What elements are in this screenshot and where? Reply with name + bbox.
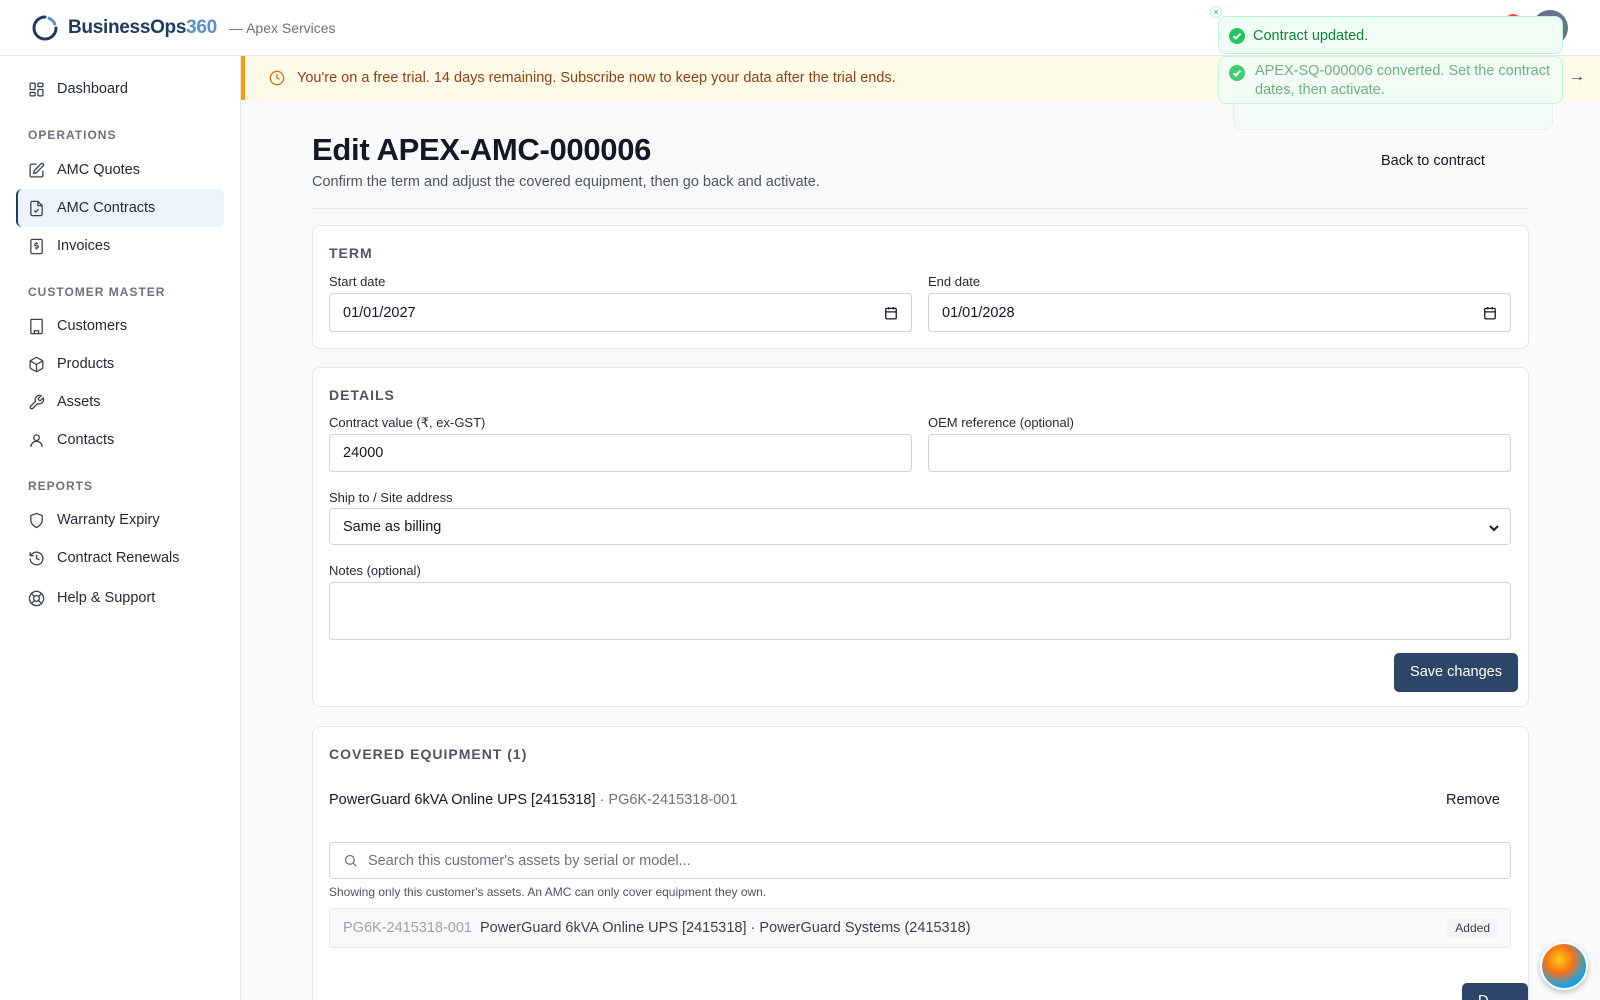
asset-search-helper: Showing only this customer's assets. An … (329, 885, 767, 899)
trial-banner-text: You're on a free trial. 14 days remainin… (297, 70, 896, 86)
end-date-value: 01/01/2028 (942, 304, 1015, 321)
asset-result-serial: PG6K-2415318-001 (343, 920, 472, 936)
building-icon (30, 318, 43, 334)
details-title: DETAILS (329, 387, 395, 403)
sidebar-item-label: AMC Contracts (57, 200, 156, 216)
dashboard-icon (29, 81, 44, 97)
term-card: TERM Start date 01/01/2027 End date 01/0… (312, 225, 1529, 349)
sidebar-item-invoices[interactable]: Invoices (16, 227, 224, 265)
wrench-icon (29, 394, 45, 409)
sidebar-item-dashboard[interactable]: Dashboard (16, 70, 224, 108)
start-date-field[interactable]: 01/01/2027 (329, 293, 912, 332)
asset-search[interactable] (329, 842, 1511, 879)
arrow-right-icon[interactable]: → (1569, 68, 1585, 86)
sidebar-item-warranty-expiry[interactable]: Warranty Expiry (16, 501, 224, 539)
notes-label: Notes (optional) (329, 563, 421, 578)
sidebar-item-label: Contacts (57, 432, 115, 448)
search-icon (344, 854, 357, 867)
back-to-contract-link[interactable]: Back to contract (1381, 153, 1485, 169)
help-chat-launcher[interactable] (1540, 942, 1588, 990)
sidebar-item-label: Assets (57, 394, 101, 410)
user-icon (30, 433, 43, 447)
asset-result-row[interactable]: PG6K-2415318-001 PowerGuard 6kVA Online … (329, 908, 1511, 948)
sidebar-item-customers[interactable]: Customers (16, 307, 224, 345)
history-icon (29, 551, 44, 566)
toast-contract-updated-text: Contract updated. (1253, 28, 1369, 44)
calendar-icon[interactable] (884, 306, 898, 320)
sidebar-item-label: Warranty Expiry (57, 512, 160, 528)
start-date-label: Start date (329, 274, 386, 289)
clock-icon (269, 70, 285, 86)
ship-to-value: Same as billing (343, 518, 442, 535)
page-title: Edit APEX-AMC-000006 (312, 132, 652, 167)
sidebar-section-reports: REPORTS (28, 479, 94, 493)
oem-reference-label: OEM reference (optional) (928, 415, 1074, 430)
sidebar-item-assets[interactable]: Assets (16, 383, 224, 421)
term-title: TERM (329, 245, 373, 261)
equipment-item-name: PowerGuard 6kVA Online UPS [2415318] (329, 792, 596, 808)
shield-icon (30, 512, 43, 528)
save-changes-button[interactable]: Save changes (1394, 653, 1518, 692)
toast-conversion-text: APEX-SQ-000006 converted. Set the contra… (1255, 63, 1550, 98)
sidebar: Dashboard OPERATIONS AMC Quotes AMC Cont… (0, 56, 241, 1000)
added-badge: Added (1447, 919, 1498, 938)
equipment-item-serial: · PG6K-2415318-001 (595, 792, 738, 808)
end-date-label: End date (928, 274, 981, 289)
sidebar-item-help-support[interactable]: Help & Support (16, 579, 224, 617)
sidebar-item-label: Invoices (57, 238, 111, 254)
start-date-value: 01/01/2027 (343, 304, 416, 321)
contract-value-label: Contract value (₹, ex-GST) (329, 415, 486, 430)
sidebar-item-label: Dashboard (57, 81, 128, 97)
check-circle-icon (1229, 65, 1245, 81)
oem-reference-field[interactable] (928, 434, 1511, 472)
sidebar-item-label: Help & Support (57, 590, 156, 606)
sidebar-item-products[interactable]: Products (16, 345, 224, 383)
package-icon (29, 356, 44, 372)
calendar-icon[interactable] (1483, 306, 1497, 320)
edit-document-icon (29, 162, 45, 178)
life-buoy-icon (28, 590, 45, 606)
page-subtitle: Confirm the term and adjust the covered … (312, 174, 820, 190)
brand[interactable]: BusinessOps360 (32, 15, 217, 41)
ship-to-label: Ship to / Site address (329, 490, 453, 505)
sidebar-item-contract-renewals[interactable]: Contract Renewals (16, 539, 224, 577)
contract-value: 24000 (343, 445, 384, 461)
tenant-name: — Apex Services (228, 19, 336, 36)
end-date-field[interactable]: 01/01/2028 (928, 293, 1511, 332)
sidebar-item-label: Products (57, 356, 115, 372)
sidebar-item-label: Contract Renewals (57, 550, 180, 566)
sidebar-item-label: AMC Quotes (57, 162, 140, 178)
brand-name: BusinessOps360 (68, 16, 217, 38)
asset-search-input[interactable] (368, 852, 1468, 869)
asset-result-text: PowerGuard 6kVA Online UPS [2415318] · P… (480, 920, 971, 936)
brand-logo-icon (32, 15, 58, 40)
contract-value-field[interactable]: 24000 (329, 434, 912, 472)
sidebar-item-amc-contracts[interactable]: AMC Contracts (16, 189, 224, 227)
ship-to-select[interactable]: Same as billing (329, 508, 1511, 545)
equipment-item: PowerGuard 6kVA Online UPS [2415318] · P… (329, 792, 737, 808)
sidebar-item-contacts[interactable]: Contacts (16, 421, 224, 459)
covered-equipment-card: COVERED EQUIPMENT (1) PowerGuard 6kVA On… (312, 726, 1529, 1000)
file-contract-icon (30, 200, 43, 216)
notes-textarea[interactable] (329, 582, 1511, 640)
close-icon[interactable]: × (1210, 6, 1222, 18)
sidebar-item-amc-quotes[interactable]: AMC Quotes (16, 151, 224, 189)
sidebar-section-customer-master: CUSTOMER MASTER (28, 285, 166, 299)
sidebar-item-label: Customers (57, 318, 128, 334)
sidebar-section-operations: OPERATIONS (28, 128, 117, 142)
divider (312, 208, 1528, 209)
covered-equipment-title: COVERED EQUIPMENT (1) (329, 746, 528, 762)
check-circle-icon (1229, 28, 1245, 44)
invoice-icon (30, 238, 43, 254)
toast-conversion: APEX-SQ-000006 converted. Set the contra… (1218, 56, 1563, 104)
toast-contract-updated: Contract updated. (1218, 16, 1563, 54)
remove-equipment-button[interactable]: Remove (1446, 792, 1500, 808)
chevron-down-icon (1489, 525, 1499, 532)
done-button[interactable]: D (1462, 983, 1528, 1000)
main-content: You're on a free trial. 14 days remainin… (241, 56, 1600, 1000)
details-card: DETAILS Contract value (₹, ex-GST) 24000… (312, 367, 1529, 707)
